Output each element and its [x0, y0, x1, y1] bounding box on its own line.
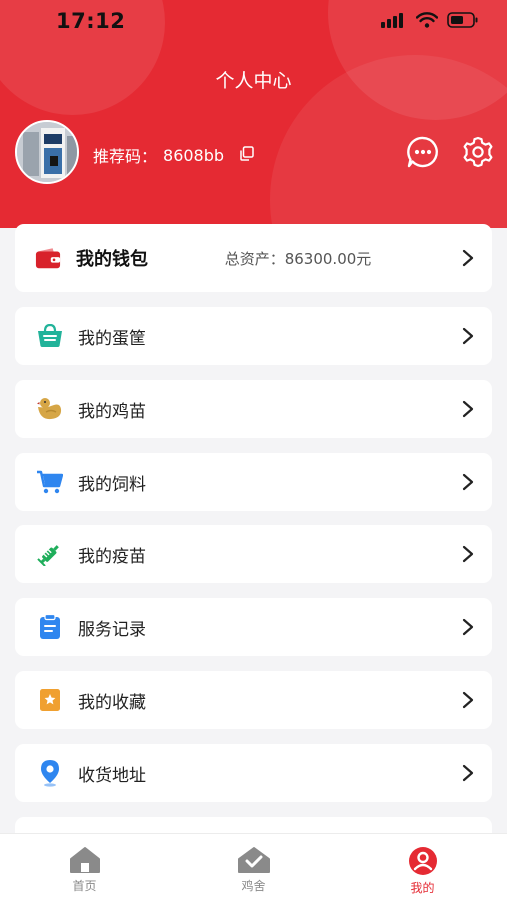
clipboard-icon [37, 614, 63, 640]
menu-item-service-records[interactable]: 服务记录 [15, 598, 492, 656]
menu-item-favorites[interactable]: 我的收藏 [15, 671, 492, 729]
cart-icon [37, 469, 63, 495]
syringe-icon [37, 541, 63, 567]
chevron-right-icon [462, 764, 474, 782]
bookmark-star-icon [37, 687, 63, 713]
coop-icon [237, 847, 270, 873]
menu-label: 服务记录 [78, 619, 146, 640]
bottom-tab-bar: 首页 鸡舍 我的 [0, 833, 507, 900]
wallet-card[interactable]: 我的钱包 总资产：86300.00元 [15, 224, 492, 292]
location-pin-icon [37, 760, 63, 787]
wallet-icon [35, 245, 61, 271]
chick-icon [37, 396, 63, 422]
wallet-title: 我的钱包 [76, 249, 148, 270]
menu-label: 我的收藏 [78, 692, 146, 713]
menu-label: 收货地址 [78, 765, 146, 786]
status-bar: 17:12 [0, 0, 507, 44]
menu-item-egg-basket[interactable]: 我的蛋筐 [15, 307, 492, 365]
chevron-right-icon [462, 249, 474, 267]
menu-label: 我的蛋筐 [78, 328, 146, 349]
status-time: 17:12 [56, 9, 126, 33]
home-icon [69, 847, 100, 873]
referral-code: 推荐码： 8608bb [93, 143, 254, 167]
chevron-right-icon [462, 691, 474, 709]
wallet-total-value: 86300.00元 [284, 249, 372, 268]
tab-label: 我的 [410, 881, 435, 895]
chevron-right-icon [462, 618, 474, 636]
profile-header: 17:12 个人中心 推荐码： 8608bb [0, 0, 507, 228]
tab-label: 鸡舍 [241, 879, 266, 893]
wifi-icon [416, 12, 438, 28]
menu-item-feed[interactable]: 我的饲料 [15, 453, 492, 511]
cellular-signal-icon [381, 13, 403, 28]
page-title: 个人中心 [215, 70, 292, 92]
tab-home[interactable]: 首页 [0, 834, 169, 900]
chevron-right-icon [462, 400, 474, 418]
menu-item-chicks[interactable]: 我的鸡苗 [15, 380, 492, 438]
wallet-total-label: 总资产： [224, 249, 285, 268]
menu-label: 我的饲料 [78, 474, 146, 495]
copy-icon[interactable] [240, 145, 254, 165]
message-icon[interactable] [406, 135, 440, 169]
tab-coop[interactable]: 鸡舍 [169, 834, 338, 900]
menu-label: 我的疫苗 [78, 546, 146, 567]
battery-icon [447, 12, 478, 28]
avatar-photo [17, 122, 77, 182]
menu-item-shipping-address[interactable]: 收货地址 [15, 744, 492, 802]
menu-item-vaccine[interactable]: 我的疫苗 [15, 525, 492, 583]
referral-value: 8608bb [163, 145, 225, 165]
tab-profile[interactable]: 我的 [338, 834, 507, 900]
profile-icon [408, 847, 437, 875]
settings-gear-icon[interactable] [461, 135, 495, 169]
chevron-right-icon [462, 327, 474, 345]
wallet-total-assets: 总资产：86300.00元 [225, 248, 372, 269]
menu-label: 我的鸡苗 [78, 401, 146, 422]
chevron-right-icon [462, 545, 474, 563]
egg-basket-icon [37, 323, 63, 349]
tab-label: 首页 [72, 879, 97, 893]
avatar[interactable] [15, 120, 79, 184]
chevron-right-icon [462, 473, 474, 491]
referral-label: 推荐码： [93, 147, 158, 166]
